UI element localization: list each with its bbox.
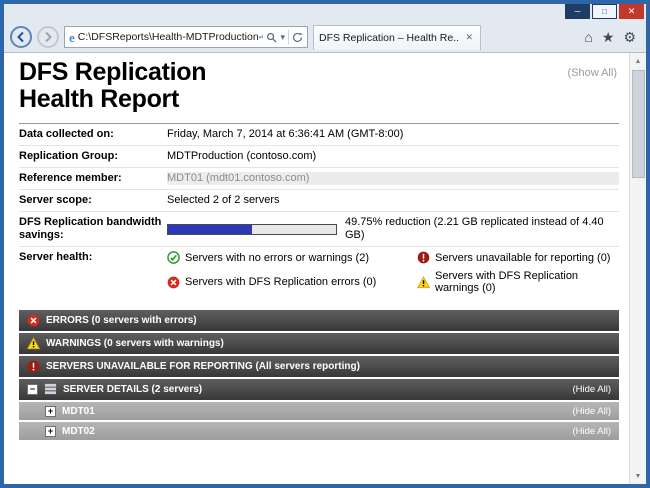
health-item-text: Servers with no errors or warnings (2) [185, 252, 369, 264]
tab-title: DFS Replication – Health Re... [319, 32, 459, 44]
error-circle-icon [167, 276, 180, 289]
server-health-grid: Servers with no errors or warnings (2) S… [167, 251, 619, 294]
bandwidth-progress-bar [167, 224, 337, 235]
section-title: SERVERS UNAVAILABLE FOR REPORTING (All s… [46, 361, 360, 372]
health-item-no-errors: Servers with no errors or warnings (2) [167, 251, 417, 264]
report-header: DFS Replication Health Report (Show All) [19, 59, 619, 113]
page-title: DFS Replication Health Report [19, 59, 619, 113]
server-name: MDT02 [62, 426, 95, 437]
section-title: WARNINGS (0 servers with warnings) [46, 338, 224, 349]
scroll-down-arrow[interactable]: ▼ [630, 468, 647, 484]
close-button[interactable]: ✕ [619, 4, 644, 19]
server-icon [44, 383, 57, 396]
server-row-mdt02[interactable]: + MDT02 (Hide All) [19, 422, 619, 440]
home-icon[interactable]: ⌂ [584, 30, 592, 44]
browser-toolbar-icons: ⌂ ★ ⚙ [584, 30, 640, 44]
navigation-bar: e C:\DFSReports\Health-MDTProduction-07M… [4, 22, 646, 53]
field-value: Selected 2 of 2 servers [167, 194, 619, 207]
scroll-up-arrow[interactable]: ▲ [630, 53, 647, 69]
section-server-details[interactable]: − SERVER DETAILS (2 servers) (Hide All) [19, 379, 619, 400]
forward-arrow-icon [42, 31, 54, 43]
warning-triangle-icon [27, 337, 40, 350]
section-errors[interactable]: ERRORS (0 servers with errors) [19, 310, 619, 331]
field-row-replication-group: Replication Group: MDTProduction (contos… [19, 146, 619, 168]
server-name: MDT01 [62, 406, 95, 417]
field-label: Server scope: [19, 194, 167, 207]
field-label: Server health: [19, 251, 167, 264]
field-value: Friday, March 7, 2014 at 6:36:41 AM (GMT… [167, 128, 619, 141]
hide-all-link[interactable]: (Hide All) [572, 384, 611, 395]
error-circle-icon [27, 314, 40, 327]
section-title: SERVER DETAILS (2 servers) [63, 384, 202, 395]
field-label: Reference member: [19, 172, 167, 185]
show-all-link[interactable]: (Show All) [567, 67, 617, 79]
page-title-line2: Health Report [19, 86, 619, 113]
page-content: DFS Replication Health Report (Show All)… [4, 53, 646, 484]
field-label: DFS Replication bandwidth savings: [19, 216, 167, 242]
maximize-button[interactable]: □ [592, 4, 617, 19]
expand-icon[interactable]: + [45, 406, 56, 417]
report-page: DFS Replication Health Report (Show All)… [4, 53, 629, 484]
expand-icon[interactable]: + [45, 426, 56, 437]
collapse-icon[interactable]: − [27, 384, 38, 395]
address-text: C:\DFSReports\Health-MDTProduction-07M [78, 31, 264, 43]
scrollbar-thumb[interactable] [632, 70, 645, 178]
field-row-reference-member: Reference member: MDT01 (mdt01.contoso.c… [19, 168, 619, 190]
bandwidth-value: 49.75% reduction (2.21 GB replicated ins… [167, 216, 619, 242]
address-dropdown-icon[interactable]: ▾ [280, 32, 285, 43]
warning-triangle-icon [417, 276, 430, 289]
report-sections: ERRORS (0 servers with errors) WARNINGS … [19, 310, 619, 440]
health-item-errors: Servers with DFS Replication errors (0) [167, 270, 417, 294]
health-item-text: Servers unavailable for reporting (0) [435, 252, 610, 264]
unavailable-circle-icon [27, 360, 40, 373]
field-row-data-collected: Data collected on: Friday, March 7, 2014… [19, 124, 619, 146]
minimize-button[interactable]: ─ [565, 4, 590, 19]
bandwidth-progress-fill [168, 225, 252, 234]
vertical-scrollbar[interactable]: ▲ ▼ [629, 53, 646, 484]
page-title-line1: DFS Replication [19, 59, 619, 86]
section-unavailable[interactable]: SERVERS UNAVAILABLE FOR REPORTING (All s… [19, 356, 619, 377]
field-row-server-health: Server health: Servers with no errors or… [19, 247, 619, 298]
check-circle-icon [167, 251, 180, 264]
field-row-server-scope: Server scope: Selected 2 of 2 servers [19, 190, 619, 212]
section-title: ERRORS (0 servers with errors) [46, 315, 197, 326]
browser-tab[interactable]: DFS Replication – Health Re... ✕ [313, 25, 481, 50]
browser-window: ─ □ ✕ e C:\DFSReports\Health-MDTProducti… [0, 0, 650, 488]
server-row-mdt01[interactable]: + MDT01 (Hide All) [19, 402, 619, 420]
search-icon[interactable] [266, 32, 277, 43]
hide-all-link[interactable]: (Hide All) [572, 426, 611, 437]
health-item-unavailable: Servers unavailable for reporting (0) [417, 251, 619, 264]
field-value: MDTProduction (contoso.com) [167, 150, 619, 163]
health-item-text: Servers with DFS Replication errors (0) [185, 276, 376, 288]
section-warnings[interactable]: WARNINGS (0 servers with warnings) [19, 333, 619, 354]
refresh-icon[interactable] [292, 32, 303, 43]
unavailable-circle-icon [417, 251, 430, 264]
address-divider [288, 30, 289, 44]
titlebar: ─ □ ✕ [4, 4, 646, 22]
bandwidth-text: 49.75% reduction (2.21 GB replicated ins… [345, 216, 619, 242]
back-button[interactable] [10, 26, 32, 48]
hide-all-link[interactable]: (Hide All) [572, 406, 611, 417]
field-label: Replication Group: [19, 150, 167, 163]
field-value: MDT01 (mdt01.contoso.com) [167, 172, 619, 185]
address-bar[interactable]: e C:\DFSReports\Health-MDTProduction-07M… [64, 26, 308, 48]
health-item-text: Servers with DFS Replication warnings (0… [435, 270, 619, 294]
health-item-warnings: Servers with DFS Replication warnings (0… [417, 270, 619, 294]
field-row-bandwidth: DFS Replication bandwidth savings: 49.75… [19, 212, 619, 247]
ie-icon: e [69, 31, 75, 44]
tools-icon[interactable]: ⚙ [623, 30, 636, 44]
tab-close-icon[interactable]: ✕ [463, 31, 475, 44]
favorites-icon[interactable]: ★ [602, 30, 615, 44]
forward-button[interactable] [37, 26, 59, 48]
field-label: Data collected on: [19, 128, 167, 141]
back-arrow-icon [15, 31, 27, 43]
